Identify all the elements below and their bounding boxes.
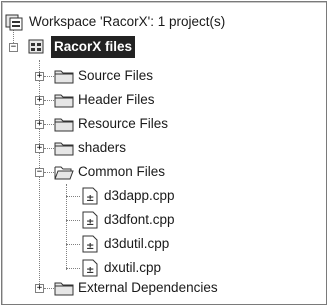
tree-line: [66, 244, 80, 245]
folder-closed-icon: [54, 94, 74, 108]
tree-item-workspace[interactable]: Workspace 'RacorX': 1 project(s): [5, 11, 225, 33]
expander-resource-files[interactable]: +: [35, 120, 44, 129]
tree-line: [66, 220, 80, 221]
tree-item-folder[interactable]: Common Files: [54, 161, 165, 183]
tree-line: [44, 172, 54, 173]
file-label: d3dutil.cpp: [104, 236, 170, 251]
expander-shaders[interactable]: +: [35, 144, 44, 153]
project-icon: [28, 39, 44, 54]
folder-label: Resource Files: [78, 116, 169, 131]
folder-label: Header Files: [78, 92, 155, 107]
svg-text:±: ±: [86, 217, 94, 228]
svg-text:±: ±: [86, 241, 94, 252]
tree-item-file[interactable]: ± d3dutil.cpp: [80, 233, 169, 255]
file-label: d3dfont.cpp: [104, 212, 175, 227]
svg-text:±: ±: [86, 265, 94, 276]
folder-label: External Dependencies: [78, 280, 218, 295]
workspace-label: Workspace 'RacorX': 1 project(s): [29, 14, 226, 29]
tree-item-folder[interactable]: External Dependencies: [54, 277, 218, 299]
expander-project[interactable]: −: [9, 43, 18, 52]
cpp-file-icon: ±: [82, 211, 98, 229]
folder-closed-icon: [54, 118, 74, 132]
cpp-file-icon: ±: [82, 259, 98, 277]
folder-label: shaders: [78, 140, 127, 155]
folder-open-icon: [54, 166, 74, 180]
tree-line: [66, 196, 80, 197]
workspace-icon: [5, 14, 23, 31]
folder-label: Source Files: [78, 68, 154, 83]
tree-line: [44, 100, 54, 101]
tree-item-folder[interactable]: Resource Files: [54, 113, 168, 135]
tree-line: [44, 124, 54, 125]
folder-closed-icon: [54, 70, 74, 84]
project-label: RacorX files: [51, 36, 136, 58]
tree-line: [44, 76, 54, 77]
file-label: dxutil.cpp: [104, 260, 162, 275]
cpp-file-icon: ±: [82, 187, 98, 205]
tree-line: [44, 148, 54, 149]
tree-item-file[interactable]: ± d3dfont.cpp: [80, 209, 175, 231]
tree-item-folder[interactable]: shaders: [54, 137, 126, 159]
tree-item-folder[interactable]: Header Files: [54, 89, 155, 111]
folder-closed-icon: [54, 282, 74, 296]
folder-label: Common Files: [78, 164, 166, 179]
tree-item-file[interactable]: ± dxutil.cpp: [80, 257, 161, 279]
expander-source-files[interactable]: +: [35, 72, 44, 81]
tree-item-project[interactable]: RacorX files: [28, 36, 136, 58]
expander-common-files[interactable]: −: [35, 168, 44, 177]
folder-closed-icon: [54, 142, 74, 156]
tree-item-file[interactable]: ± d3dapp.cpp: [80, 185, 175, 207]
svg-text:±: ±: [86, 193, 94, 204]
tree-item-folder[interactable]: Source Files: [54, 65, 153, 87]
workspace-tree-view[interactable]: Workspace 'RacorX': 1 project(s) − Racor…: [1, 1, 327, 305]
tree-line: [66, 268, 80, 269]
expander-header-files[interactable]: +: [35, 96, 44, 105]
tree-line: [44, 288, 54, 289]
cpp-file-icon: ±: [82, 235, 98, 253]
expander-external-dependencies[interactable]: +: [35, 284, 44, 293]
file-label: d3dapp.cpp: [104, 188, 175, 203]
